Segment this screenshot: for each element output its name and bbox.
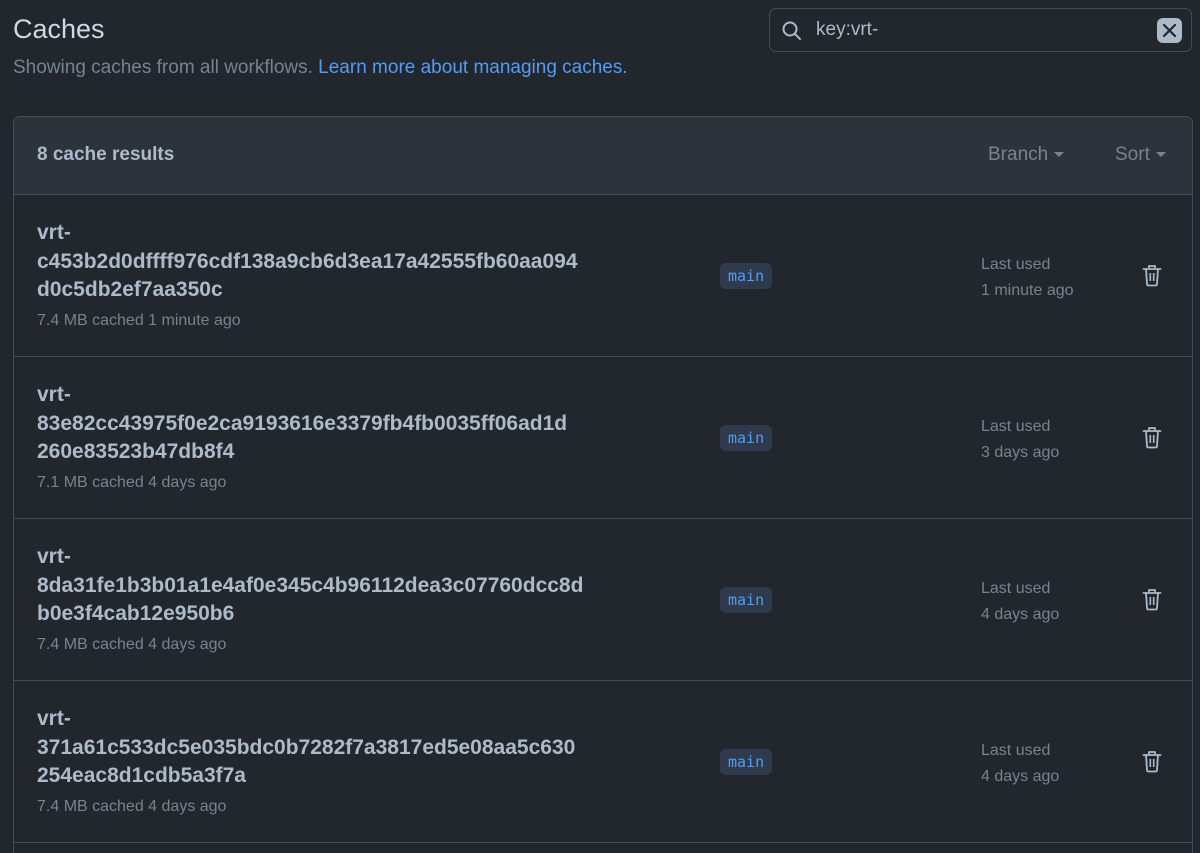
cache-row: vrt- 83e82cc43975f0e2ca9193616e3379fb4fb… [14, 357, 1192, 519]
trash-icon [1142, 751, 1162, 773]
last-used-value: 4 days ago [981, 767, 1060, 785]
cache-search-box [769, 8, 1192, 52]
cache-row: vrt- 371a61c533dc5e035bdc0b7282f7a3817ed… [14, 681, 1192, 843]
last-used-label: Last used [981, 418, 1051, 435]
last-used: Last used 4 days ago [981, 576, 1059, 627]
cache-key-line: 260e83523b47db8f4 [37, 440, 235, 463]
last-used-value: 3 days ago [981, 443, 1060, 461]
cache-key-line: b0e3f4cab12e950b6 [37, 602, 235, 625]
delete-cache-button[interactable] [1138, 262, 1166, 290]
caches-page: Caches Showing caches from all workflows… [0, 0, 1200, 853]
branch-label[interactable]: main [720, 749, 773, 775]
learn-more-link[interactable]: Learn more about managing caches. [318, 57, 627, 78]
last-used-value: 1 minute ago [981, 281, 1074, 299]
clear-search-button[interactable] [1157, 18, 1182, 43]
cache-key-line: 8da31fe1b3b01a1e4af0e345c4b96112dea3c077… [37, 573, 584, 597]
trash-icon [1142, 589, 1162, 611]
cache-key-line: vrt- [37, 383, 71, 406]
branch-label[interactable]: main [720, 425, 773, 451]
page-subtitle: Showing caches from all workflows. Learn… [13, 57, 628, 79]
cache-size-meta: 7.4 MB cached 1 minute ago [37, 312, 241, 329]
cache-key-line: 254eac8d1cdb5a3f7a [37, 764, 246, 787]
cache-row: vrt- c453b2d0dffff976cdf138a9cb6d3ea17a4… [14, 195, 1192, 357]
cache-key: vrt- 8da31fe1b3b01a1e4af0e345c4b96112dea… [37, 543, 677, 629]
cache-size-meta: 7.4 MB cached 4 days ago [37, 798, 227, 815]
cache-key-line: 83e82cc43975f0e2ca9193616e3379fb4fb0035f… [37, 411, 568, 435]
cache-key: vrt- 83e82cc43975f0e2ca9193616e3379fb4fb… [37, 381, 677, 467]
last-used: Last used 4 days ago [981, 738, 1059, 789]
cache-row: vrt- 8da31fe1b3b01a1e4af0e345c4b96112dea… [14, 519, 1192, 681]
cache-key-line: vrt- [37, 221, 71, 244]
delete-cache-button[interactable] [1138, 748, 1166, 776]
branch-filter-dropdown[interactable]: Branch [988, 144, 1065, 166]
cache-key: vrt- c453b2d0dffff976cdf138a9cb6d3ea17a4… [37, 219, 677, 305]
x-icon [1162, 23, 1177, 38]
last-used-value: 4 days ago [981, 605, 1060, 623]
results-header: 8 cache results Branch Sort [14, 117, 1192, 195]
delete-cache-button[interactable] [1138, 424, 1166, 452]
cache-results-box: 8 cache results Branch Sort vrt- c453b2d… [13, 116, 1193, 853]
page-title: Caches [13, 14, 105, 44]
last-used-label: Last used [981, 580, 1051, 597]
caret-down-icon [1054, 152, 1065, 158]
cache-key: vrt- 371a61c533dc5e035bdc0b7282f7a3817ed… [37, 705, 677, 791]
trash-icon [1142, 265, 1162, 287]
branch-label[interactable]: main [720, 587, 773, 613]
last-used: Last used 1 minute ago [981, 252, 1074, 303]
cache-key-line: c453b2d0dffff976cdf138a9cb6d3ea17a42555f… [37, 249, 578, 273]
cache-key-line: 371a61c533dc5e035bdc0b7282f7a3817ed5e08a… [37, 735, 576, 759]
last-used-label: Last used [981, 256, 1051, 273]
last-used-label: Last used [981, 742, 1051, 759]
cache-size-meta: 7.1 MB cached 4 days ago [37, 474, 227, 491]
cache-key-line: vrt- [37, 545, 71, 568]
branch-label[interactable]: main [720, 263, 773, 289]
search-input[interactable] [816, 15, 1136, 45]
cache-key-line: vrt- [37, 707, 71, 730]
last-used: Last used 3 days ago [981, 414, 1059, 465]
subtitle-text: Showing caches from all workflows. [13, 57, 319, 78]
branch-filter-label: Branch [988, 144, 1049, 165]
trash-icon [1142, 427, 1162, 449]
cache-key-line: d0c5db2ef7aa350c [37, 278, 223, 301]
sort-label: Sort [1115, 144, 1150, 165]
delete-cache-button[interactable] [1138, 586, 1166, 614]
results-count: 8 cache results [37, 144, 175, 165]
caret-down-icon [1155, 152, 1166, 158]
sort-dropdown[interactable]: Sort [1115, 144, 1166, 166]
search-icon [782, 21, 802, 41]
cache-size-meta: 7.4 MB cached 4 days ago [37, 636, 227, 653]
